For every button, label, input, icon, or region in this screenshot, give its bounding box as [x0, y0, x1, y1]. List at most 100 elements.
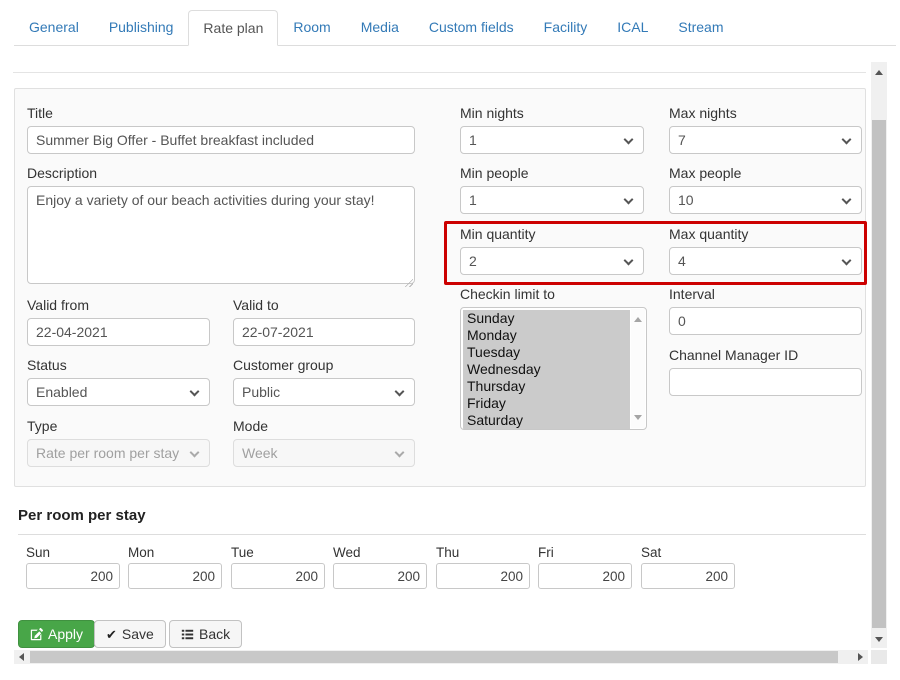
- rate-input-tue[interactable]: [231, 563, 325, 589]
- chevron-down-icon: [624, 135, 634, 145]
- listbox-option[interactable]: Tuesday: [463, 344, 630, 361]
- tab-stream[interactable]: Stream: [663, 9, 738, 45]
- vertical-scrollbar[interactable]: [871, 62, 887, 648]
- list-icon: [181, 628, 194, 641]
- edit-icon: [30, 628, 43, 641]
- min-quantity-value: 2: [469, 253, 477, 269]
- day-label: Thu: [436, 545, 530, 560]
- scrollbar-corner: [871, 650, 887, 664]
- apply-button-label: Apply: [48, 626, 83, 642]
- tab-facility[interactable]: Facility: [529, 9, 603, 45]
- listbox-option[interactable]: Sunday: [463, 310, 630, 327]
- max-nights-value: 7: [678, 132, 686, 148]
- min-people-label: Min people: [460, 165, 644, 182]
- rate-day-thu: Thu: [436, 545, 530, 589]
- description-textarea[interactable]: Enjoy a variety of our beach activities …: [27, 186, 415, 284]
- chevron-down-icon: [395, 448, 405, 458]
- min-quantity-select[interactable]: 2: [460, 247, 644, 275]
- rate-day-sun: Sun: [26, 545, 120, 589]
- tab-room[interactable]: Room: [278, 9, 345, 45]
- valid-from-field: Valid from: [27, 297, 210, 346]
- rate-plan-form-panel: Title Description Enjoy a variety of our…: [14, 88, 866, 487]
- min-people-select[interactable]: 1: [460, 186, 644, 214]
- horizontal-scrollbar[interactable]: [14, 650, 868, 664]
- customer-group-select[interactable]: Public: [233, 378, 415, 406]
- scroll-up-icon[interactable]: [875, 70, 883, 75]
- status-select[interactable]: Enabled: [27, 378, 210, 406]
- rate-input-mon[interactable]: [128, 563, 222, 589]
- tab-bar: General Publishing Rate plan Room Media …: [14, 10, 896, 46]
- rate-input-fri[interactable]: [538, 563, 632, 589]
- scroll-up-icon[interactable]: [634, 317, 642, 322]
- listbox-option[interactable]: Wednesday: [463, 361, 630, 378]
- interval-field: Interval: [669, 286, 862, 335]
- chevron-down-icon: [842, 195, 852, 205]
- title-label: Title: [27, 105, 415, 122]
- vertical-scrollbar-thumb[interactable]: [872, 120, 886, 628]
- mode-label: Mode: [233, 418, 415, 435]
- chevron-down-icon: [842, 256, 852, 266]
- day-label: Tue: [231, 545, 325, 560]
- scroll-down-icon[interactable]: [634, 415, 642, 420]
- listbox-option[interactable]: Monday: [463, 327, 630, 344]
- max-people-label: Max people: [669, 165, 862, 182]
- checkin-limit-listbox[interactable]: Sunday Monday Tuesday Wednesday Thursday…: [460, 307, 647, 430]
- type-value: Rate per room per stay: [36, 445, 179, 461]
- content-divider: [13, 72, 866, 73]
- back-button[interactable]: Back: [169, 620, 242, 648]
- min-nights-label: Min nights: [460, 105, 644, 122]
- tab-ical[interactable]: ICAL: [602, 9, 663, 45]
- chevron-down-icon: [190, 387, 200, 397]
- rate-input-thu[interactable]: [436, 563, 530, 589]
- title-input[interactable]: [27, 126, 415, 154]
- valid-from-input[interactable]: [27, 318, 210, 346]
- mode-select: Week: [233, 439, 415, 467]
- rate-input-sun[interactable]: [26, 563, 120, 589]
- checkin-limit-field: Checkin limit to Sunday Monday Tuesday W…: [460, 286, 647, 430]
- type-label: Type: [27, 418, 210, 435]
- channel-manager-id-input[interactable]: [669, 368, 862, 396]
- scroll-down-icon[interactable]: [875, 637, 883, 642]
- tab-publishing[interactable]: Publishing: [94, 9, 189, 45]
- rate-day-fri: Fri: [538, 545, 632, 589]
- max-nights-select[interactable]: 7: [669, 126, 862, 154]
- rate-input-sat[interactable]: [641, 563, 735, 589]
- rate-day-wed: Wed: [333, 545, 427, 589]
- tab-custom-fields[interactable]: Custom fields: [414, 9, 529, 45]
- interval-label: Interval: [669, 286, 862, 303]
- scroll-right-icon[interactable]: [858, 653, 863, 661]
- min-people-value: 1: [469, 192, 477, 208]
- horizontal-scrollbar-thumb[interactable]: [30, 651, 838, 663]
- apply-button[interactable]: Apply: [18, 620, 95, 648]
- max-people-field: Max people 10: [669, 165, 862, 214]
- min-quantity-label: Min quantity: [460, 226, 644, 243]
- max-nights-field: Max nights 7: [669, 105, 862, 154]
- chevron-down-icon: [190, 448, 200, 458]
- mode-field: Mode Week: [233, 418, 415, 467]
- day-label: Sun: [26, 545, 120, 560]
- max-people-select[interactable]: 10: [669, 186, 862, 214]
- interval-input[interactable]: [669, 307, 862, 335]
- channel-manager-id-label: Channel Manager ID: [669, 347, 862, 364]
- description-label: Description: [27, 165, 415, 182]
- checkin-limit-label: Checkin limit to: [460, 286, 647, 303]
- customer-group-field: Customer group Public: [233, 357, 415, 406]
- min-nights-value: 1: [469, 132, 477, 148]
- tab-media[interactable]: Media: [346, 9, 414, 45]
- type-field: Type Rate per room per stay: [27, 418, 210, 467]
- listbox-option[interactable]: Saturday: [463, 412, 630, 429]
- min-nights-select[interactable]: 1: [460, 126, 644, 154]
- scroll-left-icon[interactable]: [19, 653, 24, 661]
- listbox-option[interactable]: Thursday: [463, 378, 630, 395]
- max-quantity-select[interactable]: 4: [669, 247, 862, 275]
- rate-input-wed[interactable]: [333, 563, 427, 589]
- listbox-scrollbar[interactable]: [631, 309, 645, 428]
- listbox-option[interactable]: Friday: [463, 395, 630, 412]
- max-quantity-field: Max quantity 4: [669, 226, 862, 275]
- customer-group-label: Customer group: [233, 357, 415, 374]
- valid-to-input[interactable]: [233, 318, 415, 346]
- tab-rate-plan[interactable]: Rate plan: [188, 10, 278, 46]
- tab-general[interactable]: General: [14, 9, 94, 45]
- max-quantity-value: 4: [678, 253, 686, 269]
- save-button[interactable]: ✔ Save: [94, 620, 166, 648]
